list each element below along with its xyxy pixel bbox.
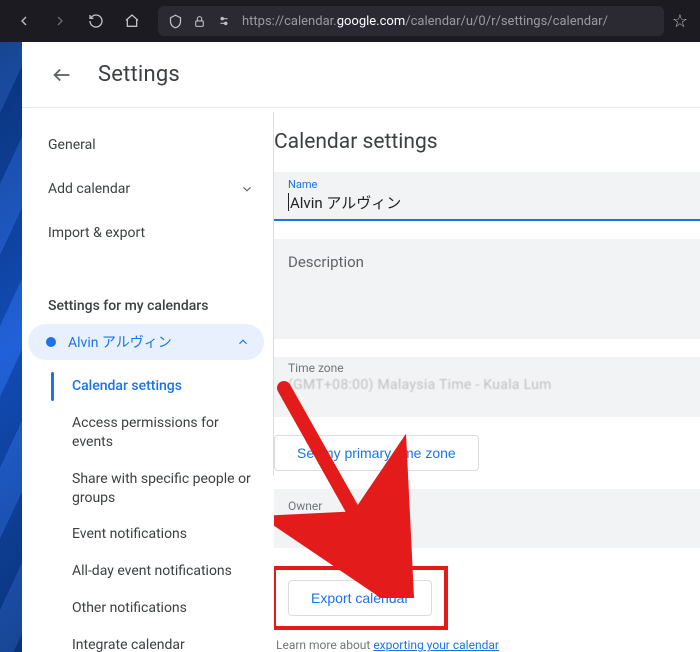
home-button[interactable]: [116, 5, 148, 37]
sidebar-item-label: Import & export: [48, 225, 145, 241]
field-label: Description: [288, 253, 686, 271]
sidebar-item-general[interactable]: General: [22, 128, 274, 162]
sidebar-calendar-name: Alvin アルヴィン: [68, 332, 224, 352]
name-field[interactable]: Name Alvin アルヴィン: [274, 172, 700, 221]
sidebar-calendar-selected[interactable]: Alvin アルヴィン: [28, 324, 264, 360]
annotation-highlight-box: Export calendar: [274, 566, 448, 630]
name-input-value[interactable]: Alvin アルヴィン: [288, 191, 686, 213]
nav-back-button[interactable]: [8, 5, 40, 37]
sidebar-subnav: Calendar settings Access permissions for…: [22, 368, 274, 652]
subnav-other-notifications[interactable]: Other notifications: [22, 590, 274, 627]
sidebar-item-import-export[interactable]: Import & export: [22, 216, 274, 250]
focus-underline: [274, 219, 700, 221]
timezone-value-blurred: (GMT+08:00) Malaysia Time - Kuala Lum: [288, 375, 686, 393]
subnav-all-day-notifications[interactable]: All-day event notifications: [22, 553, 274, 590]
bookmark-star-icon[interactable]: ☆: [668, 11, 692, 32]
settings-back-button[interactable]: [50, 63, 74, 87]
field-label: Time zone: [288, 361, 686, 375]
field-label: Name: [288, 178, 686, 191]
subnav-share-with[interactable]: Share with specific people or groups: [22, 461, 274, 517]
app-window: Settings General Add calendar Import & e…: [22, 42, 700, 652]
desktop-background-edge: [0, 42, 22, 652]
subnav-integrate-calendar[interactable]: Integrate calendar: [22, 627, 274, 652]
permissions-icon: [216, 14, 232, 28]
reload-button[interactable]: [80, 5, 112, 37]
owner-field: Owner Alvin アルヴィン: [274, 489, 700, 548]
subnav-event-notifications[interactable]: Event notifications: [22, 516, 274, 553]
url-text: https://calendar.google.com/calendar/u/0…: [242, 14, 608, 29]
lock-icon: [193, 15, 206, 28]
sidebar-item-label: General: [48, 137, 96, 153]
calendar-color-dot: [46, 337, 56, 347]
learn-more-text: Learn more about exporting your calendar: [274, 630, 700, 652]
timezone-field[interactable]: Time zone (GMT+08:00) Malaysia Time - Ku…: [274, 357, 700, 417]
address-bar[interactable]: https://calendar.google.com/calendar/u/0…: [158, 6, 664, 36]
settings-sidebar: General Add calendar Import & export Set…: [22, 108, 274, 652]
owner-value: Alvin アルヴィン: [288, 513, 686, 536]
page-title: Settings: [98, 62, 180, 87]
field-label: Owner: [288, 499, 686, 513]
exporting-calendar-link[interactable]: exporting your calendar: [373, 638, 499, 652]
description-field[interactable]: Description: [274, 239, 700, 339]
export-calendar-button[interactable]: Export calendar: [288, 580, 432, 616]
sidebar-item-label: Add calendar: [48, 181, 130, 197]
nav-forward-button[interactable]: [44, 5, 76, 37]
panel-title: Calendar settings: [274, 130, 700, 154]
set-primary-timezone-button[interactable]: Set my primary time zone: [274, 435, 479, 471]
shield-icon: [168, 14, 183, 29]
chevron-up-icon: [236, 335, 250, 349]
chevron-down-icon: [240, 182, 254, 196]
main-panel: Calendar settings Name Alvin アルヴィン Descr…: [274, 108, 700, 652]
settings-header: Settings: [22, 42, 700, 108]
sidebar-item-add-calendar[interactable]: Add calendar: [22, 172, 274, 206]
sidebar-section-label: Settings for my calendars: [22, 284, 274, 324]
subnav-access-permissions[interactable]: Access permissions for events: [22, 405, 274, 461]
browser-toolbar: https://calendar.google.com/calendar/u/0…: [0, 0, 700, 42]
subnav-calendar-settings[interactable]: Calendar settings: [22, 368, 274, 405]
